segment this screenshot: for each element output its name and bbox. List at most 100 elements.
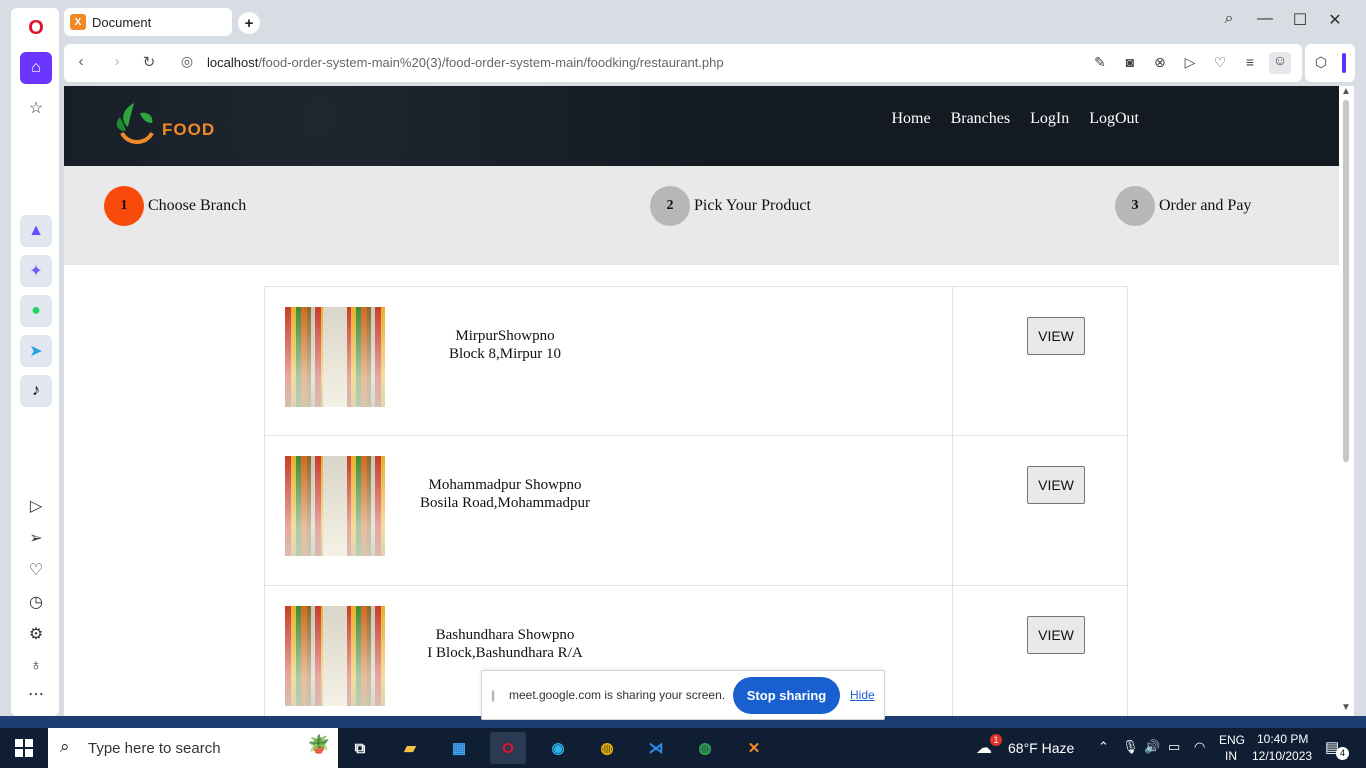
site-info-icon[interactable]: ◎ <box>176 53 198 70</box>
microphone-icon[interactable]: 🎙 <box>1122 739 1139 755</box>
chrome-profile-icon[interactable]: ◍ <box>687 732 723 764</box>
messenger-icon[interactable]: ✦ <box>20 255 52 287</box>
branch-address: Bosila Road,Mohammadpur <box>420 495 590 511</box>
nav-home[interactable]: Home <box>891 110 930 128</box>
heart-icon[interactable]: ♡ <box>20 554 52 586</box>
search-highlight-icon: 🪴 <box>307 734 330 754</box>
forward-icon[interactable]: › <box>106 53 128 70</box>
more-icon[interactable]: ⋯ <box>20 678 52 710</box>
volume-icon[interactable]: 🔊 <box>1144 739 1160 755</box>
branch-address: I Block,Bashundhara R/A <box>427 645 583 661</box>
page-scrollbar[interactable]: ▲ ▼ <box>1339 86 1354 716</box>
send-icon[interactable]: ➢ <box>20 522 52 554</box>
scroll-down-icon[interactable]: ▼ <box>1341 702 1351 713</box>
file-explorer-icon[interactable]: ▰ <box>392 732 428 764</box>
whatsapp-icon[interactable]: ● <box>20 295 52 327</box>
branch-info: Mohammadpur Showpno Bosila Road,Mohammad… <box>405 476 605 512</box>
tiktok-icon[interactable]: ♪ <box>20 375 52 407</box>
close-icon[interactable]: ✕ <box>1322 10 1348 30</box>
share-message: meet.google.com is sharing your screen. <box>509 688 726 702</box>
opera-logo-icon[interactable]: O <box>20 12 52 44</box>
branch-image <box>285 606 385 706</box>
tab-title: Document <box>92 14 152 30</box>
notification-count: 4 <box>1336 747 1349 760</box>
opera-taskbar-icon[interactable]: O <box>490 732 526 764</box>
extensions-icon[interactable]: ⬡ <box>1311 54 1331 71</box>
tab-document[interactable]: X Document <box>64 8 232 36</box>
tab-strip: X Document + ⌕ — ☐ ✕ <box>62 0 1366 42</box>
view-button[interactable]: VIEW <box>1027 466 1085 504</box>
reload-icon[interactable]: ↻ <box>138 53 160 71</box>
task-view-icon[interactable]: ⧉ <box>342 732 378 764</box>
branch-image <box>285 307 385 407</box>
shield-icon[interactable]: ⊗ <box>1150 54 1170 71</box>
view-button[interactable]: VIEW <box>1027 616 1085 654</box>
bookmark-heart-icon[interactable]: ♡ <box>1210 54 1230 71</box>
branch-info: Bashundhara Showpno I Block,Bashundhara … <box>405 626 605 662</box>
telegram-icon[interactable]: ➤ <box>20 335 52 367</box>
xampp-taskbar-icon[interactable]: ✕ <box>736 732 772 764</box>
easy-setup-icon[interactable]: ≡ <box>1240 54 1260 70</box>
windows-logo-icon <box>15 739 33 757</box>
start-button[interactable] <box>0 728 48 768</box>
step-label: Choose Branch <box>148 197 247 214</box>
language-top[interactable]: ENG <box>1219 733 1245 747</box>
chrome-icon[interactable]: ◍ <box>589 732 625 764</box>
screen-share-bar: || meet.google.com is sharing your scree… <box>481 670 885 720</box>
clock-time[interactable]: 10:40 PM <box>1257 732 1308 746</box>
tray-chevron-icon[interactable]: ⌃ <box>1098 739 1109 755</box>
clock-date[interactable]: 12/10/2023 <box>1252 749 1312 763</box>
address-bar: ‹ › ↻ ◎ localhost/food-order-system-main… <box>64 44 1302 82</box>
branch-info: MirpurShowpno Block 8,Mirpur 10 <box>405 327 605 363</box>
edit-icon[interactable]: ✎ <box>1090 54 1110 71</box>
drag-handle-icon[interactable]: || <box>491 688 495 702</box>
settings-icon[interactable]: ⚙ <box>20 618 52 650</box>
vscode-icon[interactable]: ⋊ <box>638 732 674 764</box>
main-nav: Home Branches LogIn LogOut <box>891 110 1139 128</box>
step-pick-product: 2 Pick Your Product <box>650 186 811 226</box>
column-divider <box>952 436 953 585</box>
leaf-logo-icon <box>116 103 154 144</box>
site-logo[interactable]: FOOD <box>114 96 215 152</box>
column-divider <box>952 287 953 435</box>
flow-icon[interactable]: ▷ <box>1180 54 1200 71</box>
url-field[interactable]: localhost/food-order-system-main%20(3)/f… <box>207 55 724 70</box>
step-label: Pick Your Product <box>694 197 811 214</box>
search-tabs-icon[interactable]: ⌕ <box>1216 10 1242 28</box>
step-number: 3 <box>1115 186 1155 226</box>
scroll-thumb[interactable] <box>1343 100 1349 462</box>
player-icon[interactable]: ▷ <box>20 490 52 522</box>
search-placeholder: Type here to search <box>88 739 221 757</box>
nav-logout[interactable]: LogOut <box>1089 110 1139 128</box>
maximize-icon[interactable]: ☐ <box>1287 10 1313 30</box>
minimize-icon[interactable]: — <box>1252 10 1278 28</box>
stop-sharing-button[interactable]: Stop sharing <box>733 677 840 714</box>
history-icon[interactable]: ◷ <box>20 586 52 618</box>
home-icon[interactable]: ⌂ <box>20 52 52 84</box>
star-icon[interactable]: ☆ <box>20 92 52 124</box>
column-divider <box>952 586 953 716</box>
scroll-up-icon[interactable]: ▲ <box>1341 86 1351 97</box>
aria-icon[interactable]: ▲ <box>20 215 52 247</box>
wifi-icon[interactable]: ◠ <box>1194 739 1205 755</box>
step-choose-branch: 1 Choose Branch <box>104 186 246 226</box>
nav-branches[interactable]: Branches <box>951 110 1011 128</box>
battery-icon[interactable]: ▭ <box>1168 739 1180 755</box>
profile-icon[interactable]: ☺ <box>1269 52 1291 74</box>
logo-text: FOOD <box>162 120 216 139</box>
branch-name: Mohammadpur Showpno <box>428 477 582 493</box>
language-bottom[interactable]: IN <box>1225 749 1237 763</box>
weather-text[interactable]: 68°F Haze <box>1008 740 1074 756</box>
camera-icon[interactable]: ◙ <box>1120 54 1140 70</box>
store-icon[interactable]: ▦ <box>441 732 477 764</box>
edge-icon[interactable]: ◉ <box>540 732 576 764</box>
sidebar-toggle-icon[interactable] <box>1342 53 1346 73</box>
branch-address: Block 8,Mirpur 10 <box>448 346 562 362</box>
windows-taskbar: ⌕ Type here to search 🪴 ⧉ ▰ ▦ O ◉ ◍ ⋊ ◍ … <box>0 728 1366 768</box>
back-icon[interactable]: ‹ <box>70 53 92 70</box>
view-button[interactable]: VIEW <box>1027 317 1085 355</box>
taskbar-search[interactable]: ⌕ Type here to search 🪴 <box>48 728 338 768</box>
new-tab-button[interactable]: + <box>238 12 260 34</box>
hide-link[interactable]: Hide <box>850 688 875 702</box>
nav-login[interactable]: LogIn <box>1030 110 1069 128</box>
